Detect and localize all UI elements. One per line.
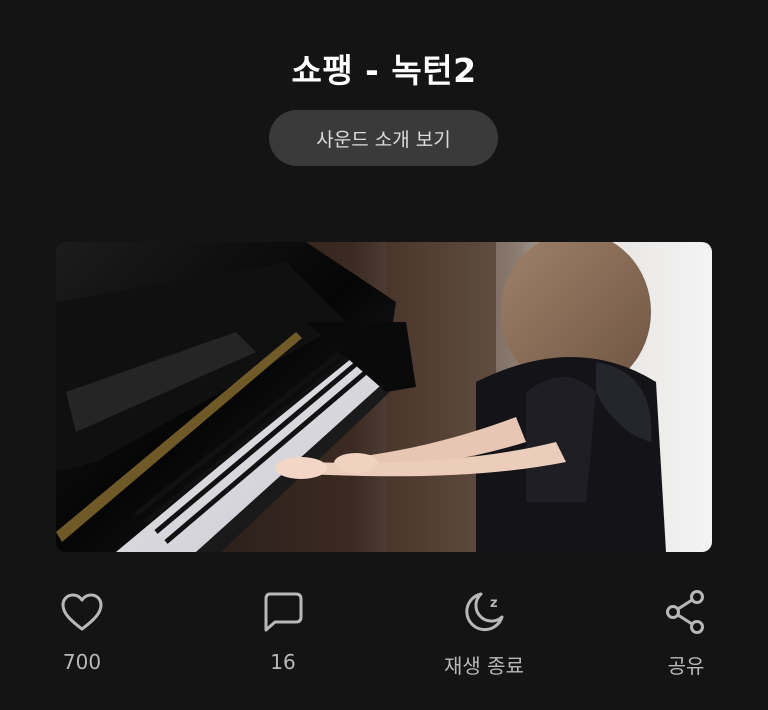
sleep-timer-icon: z bbox=[460, 588, 508, 636]
heart-icon bbox=[58, 588, 106, 636]
piano-scene-image bbox=[56, 242, 712, 552]
action-bar: 700 16 z 재생 종료 공유 bbox=[0, 588, 768, 688]
svg-text:z: z bbox=[490, 596, 498, 611]
sleep-timer-label: 재생 종료 bbox=[444, 654, 524, 678]
sound-detail-screen: 쇼팽 - 녹턴2 사운드 소개 보기 700 16 z 재생 종료 공유 bbox=[0, 0, 768, 710]
sound-intro-button[interactable]: 사운드 소개 보기 bbox=[269, 110, 498, 166]
like-count: 700 bbox=[62, 650, 102, 674]
comment-icon bbox=[259, 588, 307, 636]
like-button[interactable]: 700 bbox=[12, 588, 152, 674]
page-title: 쇼팽 - 녹턴2 bbox=[291, 51, 477, 90]
video-thumbnail[interactable] bbox=[56, 242, 712, 552]
sleep-timer-button[interactable]: z 재생 종료 bbox=[414, 588, 554, 679]
comment-button[interactable]: 16 bbox=[213, 588, 353, 674]
share-label: 공유 bbox=[667, 654, 705, 678]
share-button[interactable]: 공유 bbox=[616, 588, 756, 679]
comment-count: 16 bbox=[270, 650, 296, 674]
share-icon bbox=[662, 588, 710, 636]
